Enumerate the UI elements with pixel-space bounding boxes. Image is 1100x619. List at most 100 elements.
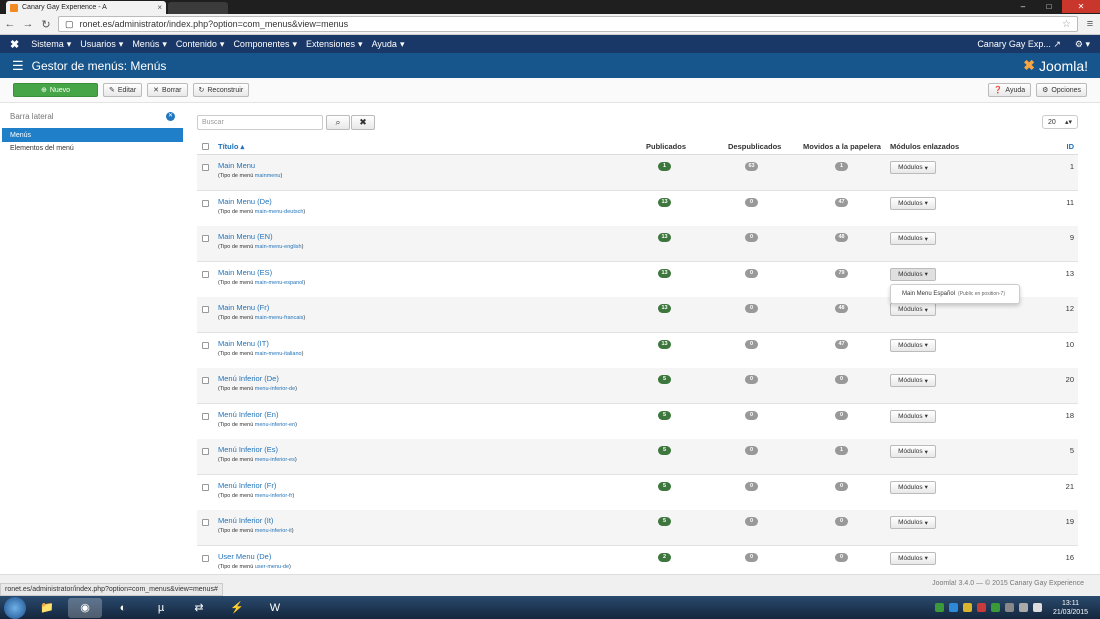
close-window-icon[interactable]: ✕ [1062, 0, 1100, 13]
row-checkbox[interactable] [202, 448, 209, 455]
edit-button[interactable]: ✎ Editar [103, 83, 143, 97]
list-limit-select[interactable]: 20 ▴▾ [1042, 115, 1078, 129]
row-checkbox[interactable] [202, 377, 209, 384]
trashed-count-badge[interactable]: 0 [835, 410, 848, 420]
unpublished-count-badge[interactable]: 0 [745, 410, 758, 420]
menu-title-link[interactable]: Menú Inferior (En) [218, 410, 278, 419]
help-button[interactable]: ❓ Ayuda [987, 83, 1032, 97]
new-button[interactable]: ⊕ Nuevo [13, 83, 98, 97]
start-button[interactable] [4, 596, 26, 619]
modules-dropdown-button[interactable]: Módulos ▾ [890, 338, 936, 352]
modules-dropdown-button[interactable]: Módulos ▾ [890, 196, 936, 210]
site-link[interactable]: Canary Gay Exp... ↗ [977, 39, 1061, 50]
tray-icon[interactable] [976, 603, 986, 612]
browser-tab-inactive[interactable] [168, 2, 228, 14]
nav-contenido[interactable]: Contenido ▾ [176, 39, 225, 50]
word-icon[interactable]: W [258, 598, 292, 618]
filezilla-icon[interactable]: ⚡ [220, 598, 254, 618]
menu-title-link[interactable]: User Menu (De) [218, 552, 271, 561]
published-count-badge[interactable]: 5 [658, 375, 671, 384]
modules-dropdown-button[interactable]: Módulos ▾ [890, 161, 936, 174]
explorer-icon[interactable]: 📁 [30, 598, 64, 618]
menu-title-link[interactable]: Menú Inferior (Fr) [218, 481, 276, 490]
modules-dropdown-button[interactable]: Módulos ▾ [890, 303, 936, 316]
forward-icon[interactable]: → [22, 18, 34, 30]
unpublished-count-badge[interactable]: 0 [745, 197, 758, 207]
published-count-badge[interactable]: 13 [658, 197, 671, 207]
nav-ayuda[interactable]: Ayuda ▾ [372, 39, 405, 50]
unpublished-count-badge[interactable]: 0 [745, 446, 758, 455]
browser-tab-active[interactable]: Canary Gay Experience - A × [6, 1, 166, 14]
trashed-count-badge[interactable]: 0 [835, 552, 848, 562]
unpublished-count-badge[interactable]: 0 [745, 481, 758, 491]
user-gear-icon[interactable]: ⚙ ▾ [1075, 39, 1090, 50]
published-count-badge[interactable]: 5 [658, 517, 671, 526]
modules-dropdown-button[interactable]: Módulos ▾ [890, 445, 936, 458]
menu-title-link[interactable]: Main Menu (EN) [218, 232, 273, 241]
unpublished-count-badge[interactable]: 0 [745, 268, 758, 278]
chrome-menu-icon[interactable]: ≡ [1084, 18, 1096, 30]
nav-componentes[interactable]: Componentes ▾ [233, 39, 297, 50]
tray-icon[interactable] [948, 603, 958, 612]
tray-icon[interactable] [1018, 603, 1028, 612]
published-count-badge[interactable]: 5 [658, 446, 671, 455]
sidebar-item-menu-items[interactable]: Elementos del menú [0, 142, 185, 154]
menu-title-link[interactable]: Main Menu (IT) [218, 339, 269, 348]
menu-title-link[interactable]: Menú Inferior (It) [218, 516, 273, 525]
col-id-sort[interactable]: ID [1067, 142, 1075, 151]
modules-dropdown-button[interactable]: Módulos ▾ [890, 551, 936, 565]
unpublished-count-badge[interactable]: 0 [745, 339, 758, 349]
taskbar-clock[interactable]: 13:11 21/03/2015 [1053, 599, 1088, 617]
trashed-count-badge[interactable]: 0 [835, 375, 848, 384]
trashed-count-badge[interactable]: 48 [835, 233, 848, 242]
row-checkbox[interactable] [202, 341, 209, 349]
trashed-count-badge[interactable]: 0 [835, 517, 848, 526]
row-checkbox[interactable] [202, 235, 209, 242]
reload-icon[interactable]: ↻ [40, 18, 52, 31]
network-app-icon[interactable]: ⇄ [182, 598, 216, 618]
trashed-count-badge[interactable]: 47 [835, 339, 848, 349]
maximize-icon[interactable]: □ [1036, 0, 1062, 13]
unpublished-count-badge[interactable]: 0 [745, 517, 758, 526]
unpublished-count-badge[interactable]: 0 [745, 552, 758, 562]
nav-extensiones[interactable]: Extensiones ▾ [306, 39, 363, 50]
address-bar[interactable]: ▢ ronet.es/administrator/index.php?optio… [58, 16, 1078, 32]
published-count-badge[interactable]: 13 [658, 304, 671, 313]
trashed-count-badge[interactable]: 1 [835, 446, 848, 455]
sidebar-toggle-icon[interactable]: ✕ [166, 111, 175, 121]
trashed-count-badge[interactable]: 47 [835, 197, 848, 207]
menu-title-link[interactable]: Menú Inferior (Es) [218, 445, 278, 454]
published-count-badge[interactable]: 13 [658, 268, 671, 278]
tray-icon[interactable] [1004, 603, 1014, 612]
row-checkbox[interactable] [202, 270, 209, 278]
tray-icon[interactable] [934, 603, 944, 612]
tab-close-icon[interactable]: × [157, 3, 162, 12]
col-title-sort[interactable]: Título ▴ [218, 142, 244, 151]
rebuild-button[interactable]: ↻ Reconstruir [192, 83, 250, 97]
nav-usuarios[interactable]: Usuarios ▾ [80, 39, 123, 50]
menu-title-link[interactable]: Main Menu (De) [218, 197, 272, 206]
volume-icon[interactable] [1032, 603, 1042, 612]
menu-title-link[interactable]: Menú Inferior (De) [218, 374, 279, 383]
published-count-badge[interactable]: 2 [658, 552, 671, 562]
row-checkbox[interactable] [202, 519, 209, 526]
modules-dropdown-button[interactable]: Módulos ▾ [890, 232, 936, 245]
delete-button[interactable]: ✕ Borrar [147, 83, 188, 97]
unpublished-count-badge[interactable]: 63 [745, 162, 758, 171]
row-checkbox[interactable] [202, 199, 209, 207]
unpublished-count-badge[interactable]: 0 [745, 233, 758, 242]
unpublished-count-badge[interactable]: 0 [745, 375, 758, 384]
modules-dropdown-button[interactable]: Módulos ▾ [890, 374, 936, 387]
published-count-badge[interactable]: 5 [658, 481, 671, 491]
row-checkbox[interactable] [202, 412, 209, 420]
search-button[interactable]: ⌕ [326, 115, 350, 130]
tray-icon[interactable] [962, 603, 972, 612]
menu-title-link[interactable]: Main Menu (ES) [218, 268, 272, 277]
modules-dropdown-button[interactable]: Módulos ▾ [890, 480, 936, 494]
chrome-icon[interactable]: ◉ [68, 597, 102, 618]
modules-dropdown-button[interactable]: Módulos ▾ [890, 267, 936, 281]
nav-sistema[interactable]: Sistema ▾ [31, 39, 71, 50]
utorrent-icon[interactable]: µ [144, 598, 178, 618]
menu-title-link[interactable]: Main Menu [218, 161, 255, 170]
bookmark-star-icon[interactable]: ☆ [1062, 19, 1071, 30]
